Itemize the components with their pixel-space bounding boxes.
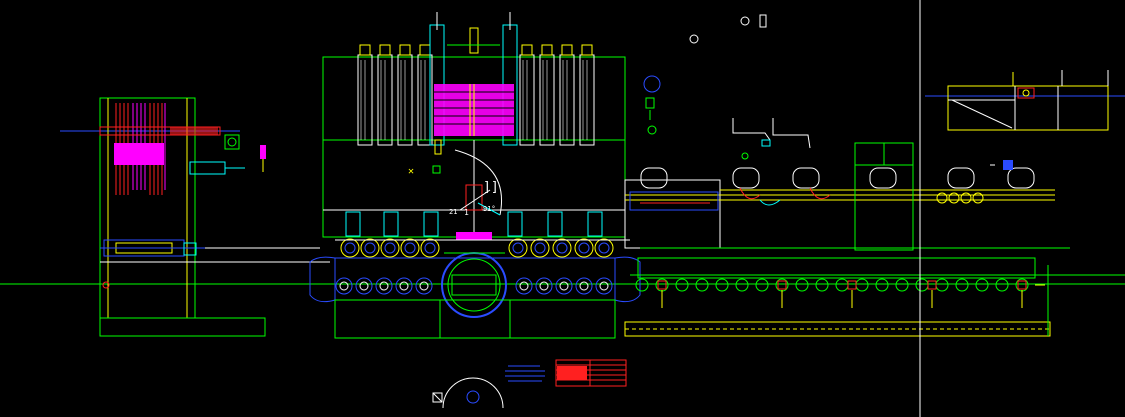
dim-label-b: 1	[464, 208, 469, 217]
top-right-detail	[919, 0, 1125, 417]
bracket-mark: ]]	[483, 180, 499, 195]
right-conveyor	[624, 118, 1125, 337]
misc-symbols	[643, 14, 995, 166]
bottom-title-area	[432, 359, 627, 409]
dim-label-a: 21	[449, 208, 457, 216]
central-mill-stand: 21 1 91° ]] ✕	[309, 12, 641, 339]
cad-drawing-canvas[interactable]: 21 1 91° ]] ✕	[0, 0, 1125, 417]
svg-text:✕: ✕	[408, 166, 414, 177]
dim-label-c: 91°	[483, 205, 496, 213]
